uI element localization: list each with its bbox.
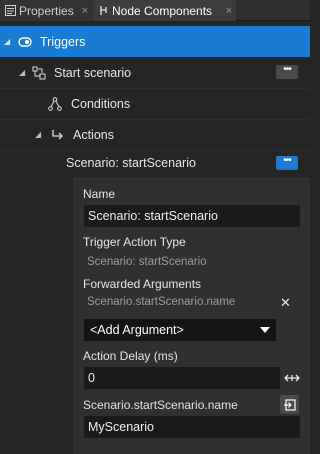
start-scenario-more-button[interactable]: ••• xyxy=(276,65,298,79)
forwarded-arguments-label: Forwarded Arguments xyxy=(83,277,202,291)
action-delay-field[interactable]: 0 xyxy=(84,367,280,389)
bind-argument-button[interactable] xyxy=(280,395,299,414)
add-argument-dropdown[interactable]: <Add Argument> xyxy=(84,319,276,341)
node-components-icon xyxy=(97,5,109,17)
tree-label-start-scenario: Start scenario xyxy=(54,65,132,80)
name-field[interactable]: Scenario: startScenario xyxy=(84,205,300,227)
trigger-node-icon xyxy=(32,66,46,80)
tree-row-triggers[interactable]: ◢ Triggers xyxy=(0,26,310,57)
add-argument-label: <Add Argument> xyxy=(90,323,184,337)
tree-row-actions[interactable]: ◢ Actions xyxy=(0,119,310,150)
tree-row-start-scenario[interactable]: ◢ Start scenario ••• xyxy=(0,57,310,88)
scenario-name-argument-label: Scenario.startScenario.name xyxy=(83,398,238,412)
tree-row-action-item[interactable]: Scenario: startScenario ••• xyxy=(0,148,310,178)
forwarded-argument-value: Scenario.startScenario.name xyxy=(87,296,236,308)
remove-argument-icon[interactable]: ✕ xyxy=(280,295,291,311)
tab-properties-close-icon[interactable]: × xyxy=(82,5,88,17)
tab-properties-label: Properties xyxy=(19,3,74,18)
actions-icon xyxy=(51,129,64,141)
tree-label-actions: Actions xyxy=(73,127,114,142)
tree-label-conditions: Conditions xyxy=(71,96,131,111)
properties-icon xyxy=(4,5,16,17)
tab-properties[interactable]: Properties × xyxy=(0,0,92,21)
triggers-icon xyxy=(18,36,32,47)
tree-label-triggers: Triggers xyxy=(40,34,86,49)
name-label: Name xyxy=(83,187,116,201)
tree-label-action-item: Scenario: startScenario xyxy=(66,156,196,170)
bind-arrow-icon xyxy=(283,398,296,411)
drag-adjust-icon[interactable] xyxy=(284,372,300,384)
trigger-action-type-label: Trigger Action Type xyxy=(83,235,186,249)
expand-triangle-icon[interactable]: ◢ xyxy=(19,68,29,77)
conditions-icon xyxy=(48,96,62,111)
tab-node-components-close-icon[interactable]: × xyxy=(226,5,232,17)
tree-row-conditions[interactable]: Conditions xyxy=(0,88,310,119)
chevron-down-icon xyxy=(260,327,270,333)
trigger-action-type-value: Scenario: startScenario xyxy=(87,256,207,268)
action-item-more-button[interactable]: ••• xyxy=(276,156,298,170)
action-delay-label: Action Delay (ms) xyxy=(83,349,178,363)
tab-node-components-label: Node Components xyxy=(112,3,213,18)
expand-triangle-icon[interactable]: ◢ xyxy=(4,37,14,46)
tab-node-components[interactable]: Node Components × xyxy=(93,0,236,21)
scenario-name-field[interactable]: MyScenario xyxy=(84,416,300,438)
expand-triangle-icon[interactable]: ◢ xyxy=(35,130,45,139)
